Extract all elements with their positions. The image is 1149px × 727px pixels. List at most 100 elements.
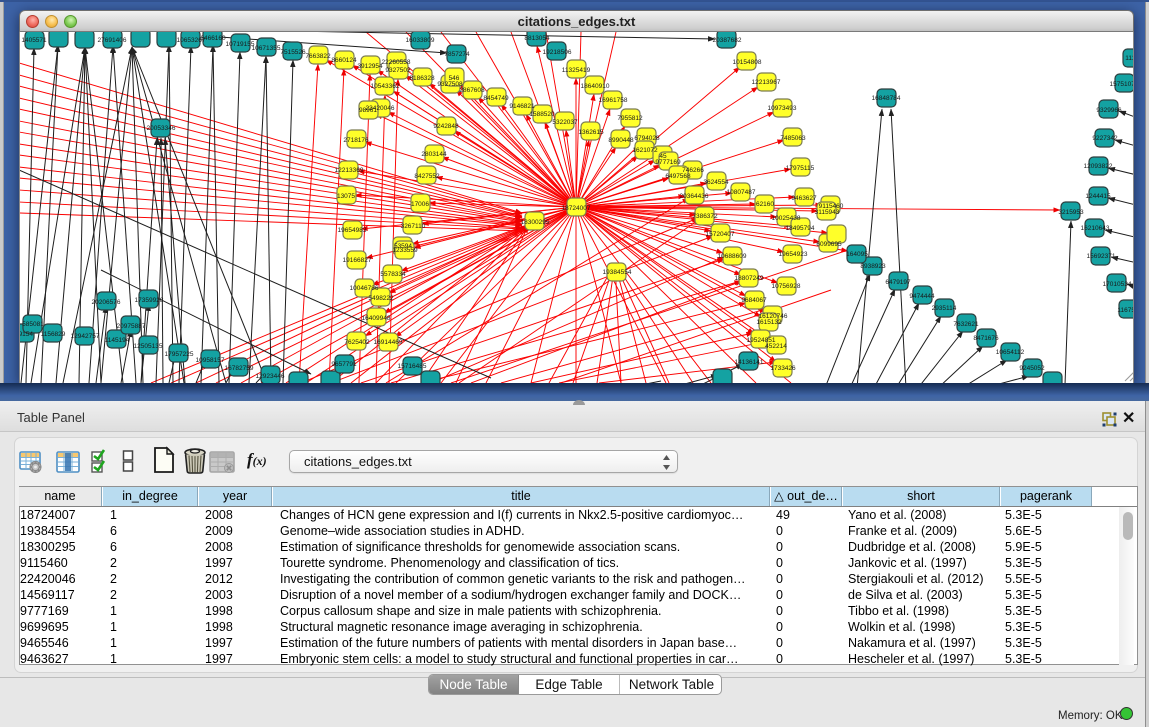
- svg-text:20053346: 20053346: [147, 125, 176, 132]
- svg-text:19654983: 19654983: [338, 227, 367, 234]
- svg-text:585081: 585081: [22, 321, 44, 328]
- svg-text:20206576: 20206576: [92, 299, 121, 306]
- svg-text:17957225: 17957225: [165, 351, 194, 358]
- svg-text:10025438: 10025438: [772, 215, 801, 222]
- svg-text:10688609: 10688609: [718, 253, 747, 260]
- svg-text:9227342: 9227342: [1092, 135, 1118, 142]
- svg-text:16914469: 16914469: [374, 339, 403, 346]
- svg-text:9474444: 9474444: [909, 293, 935, 300]
- svg-text:7632621: 7632621: [953, 321, 979, 328]
- svg-text:7955812: 7955812: [617, 115, 643, 122]
- svg-text:15720407: 15720407: [706, 231, 735, 238]
- svg-text:16782759: 16782759: [225, 365, 254, 372]
- svg-text:7386372: 7386372: [692, 213, 718, 220]
- svg-text:1233559: 1233559: [392, 247, 418, 254]
- svg-text:8660124: 8660124: [331, 57, 357, 64]
- svg-text:39154: 39154: [20, 331, 33, 338]
- svg-text:10543362: 10543362: [371, 83, 400, 90]
- svg-text:9657791: 9657791: [331, 361, 357, 368]
- svg-text:164095: 164095: [846, 251, 868, 258]
- svg-text:9242848: 9242848: [433, 123, 459, 130]
- svg-text:7663822: 7663822: [305, 53, 331, 60]
- svg-text:1405571: 1405571: [21, 37, 47, 44]
- svg-text:16961758: 16961758: [599, 97, 628, 104]
- svg-text:116753: 116753: [1117, 307, 1134, 314]
- svg-text:3624554: 3624554: [703, 179, 729, 186]
- svg-text:10154808: 10154808: [733, 59, 762, 66]
- svg-text:8813054: 8813054: [524, 35, 550, 42]
- svg-text:13075: 13075: [337, 193, 355, 200]
- svg-text:9327502: 9327502: [385, 67, 411, 74]
- svg-text:16848784: 16848784: [872, 95, 901, 102]
- svg-text:1244415: 1244415: [1085, 193, 1111, 200]
- svg-text:16033809: 16033809: [406, 37, 435, 44]
- svg-text:14136141: 14136141: [735, 359, 764, 366]
- svg-text:17975115: 17975115: [786, 165, 815, 172]
- svg-text:6497568: 6497568: [665, 173, 691, 180]
- svg-text:9684067: 9684067: [741, 297, 767, 304]
- svg-text:1588520: 1588520: [529, 111, 555, 118]
- svg-text:9329966: 9329966: [1096, 107, 1122, 114]
- svg-text:12213967: 12213967: [752, 79, 781, 86]
- svg-text:20975887: 20975887: [117, 323, 146, 330]
- svg-text:10807487: 10807487: [727, 189, 756, 196]
- svg-text:10973493: 10973493: [768, 105, 797, 112]
- svg-text:8454749: 8454749: [483, 95, 509, 102]
- svg-text:9777169: 9777169: [655, 159, 681, 166]
- svg-text:15751074: 15751074: [1110, 81, 1134, 88]
- svg-text:10654112: 10654112: [996, 349, 1025, 356]
- svg-text:1156829: 1156829: [41, 331, 66, 338]
- svg-text:8471676: 8471676: [973, 335, 999, 342]
- svg-text:19654923: 19654923: [779, 251, 808, 258]
- svg-text:11325419: 11325419: [562, 67, 591, 74]
- svg-text:1621072: 1621072: [632, 147, 658, 154]
- svg-text:20364436: 20364436: [680, 193, 709, 200]
- svg-text:9463627: 9463627: [791, 195, 817, 202]
- svg-text:12942757: 12942757: [71, 333, 100, 340]
- svg-text:12923446: 12923446: [256, 373, 285, 380]
- svg-text:15692371: 15692371: [1087, 253, 1116, 260]
- svg-text:12093822: 12093822: [1084, 163, 1113, 170]
- svg-text:8990448: 8990448: [608, 137, 634, 144]
- svg-text:6099695: 6099695: [816, 241, 842, 248]
- svg-text:7857274: 7857274: [444, 51, 470, 58]
- svg-text:10046786: 10046786: [350, 285, 379, 292]
- svg-text:6479197: 6479197: [885, 279, 911, 286]
- svg-text:12505135: 12505135: [134, 343, 163, 350]
- svg-text:16409948: 16409948: [362, 315, 391, 322]
- svg-text:6794028: 6794028: [634, 135, 660, 142]
- svg-text:1112: 1112: [1125, 55, 1134, 62]
- svg-text:18807249: 18807249: [735, 275, 764, 282]
- svg-text:10671355: 10671355: [252, 45, 281, 52]
- svg-text:17006: 17006: [411, 201, 429, 208]
- svg-text:7625402: 7625402: [344, 339, 370, 346]
- svg-text:10958157: 10958157: [196, 357, 225, 364]
- svg-text:17359928: 17359928: [135, 297, 164, 304]
- svg-text:22260558: 22260558: [382, 59, 411, 66]
- svg-text:5498222: 5498222: [368, 295, 394, 302]
- svg-text:18724007: 18724007: [562, 205, 591, 212]
- svg-text:10719155: 10719155: [226, 41, 255, 48]
- svg-text:1733426: 1733426: [770, 365, 796, 372]
- svg-text:19384554: 19384554: [603, 269, 632, 276]
- svg-text:6466160: 6466160: [200, 35, 226, 42]
- svg-text:16210643: 16210643: [1081, 225, 1110, 232]
- svg-text:9146821: 9146821: [509, 103, 535, 110]
- svg-text:546: 546: [449, 75, 460, 82]
- svg-text:8938923: 8938923: [860, 263, 886, 270]
- svg-text:19166827: 19166827: [343, 257, 372, 264]
- svg-text:7515526: 7515526: [280, 49, 306, 56]
- svg-text:27691406: 27691406: [98, 37, 127, 44]
- svg-text:18495794: 18495794: [786, 225, 815, 232]
- svg-text:3215953: 3215953: [1058, 209, 1084, 216]
- svg-text:8427552: 8427552: [414, 173, 440, 180]
- svg-text:2867608: 2867608: [459, 87, 485, 94]
- svg-text:8186328: 8186328: [409, 75, 435, 82]
- svg-text:5322037: 5322037: [552, 119, 578, 126]
- svg-text:452214: 452214: [765, 343, 787, 350]
- svg-text:3912954: 3912954: [357, 63, 383, 70]
- svg-text:1145194: 1145194: [105, 337, 130, 344]
- svg-text:98961: 98961: [359, 107, 377, 114]
- svg-text:2718176: 2718176: [343, 137, 369, 144]
- svg-text:18640910: 18640910: [581, 83, 610, 90]
